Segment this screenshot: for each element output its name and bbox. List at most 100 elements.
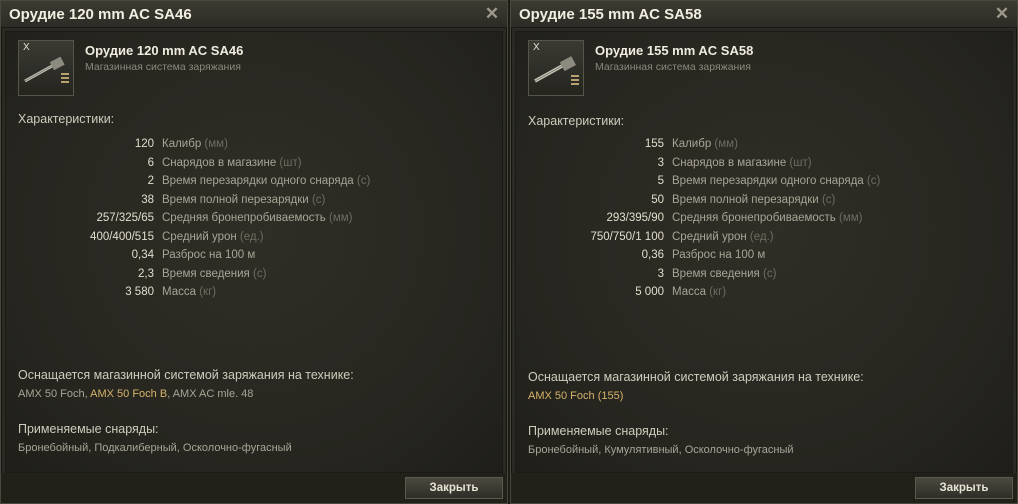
stat-value: 2	[147, 175, 154, 187]
stat-value: 3	[657, 156, 664, 169]
stat-row: 0,34 Разброс на 100 м	[6, 249, 466, 268]
stat-value: 38	[141, 193, 154, 206]
ammo-list: Бронебойный, Кумулятивный, Осколочно-фуг…	[528, 444, 794, 456]
stat-row: 2 Время перезарядки одного снаряда (с)	[6, 175, 466, 194]
stat-unit: (мм)	[204, 138, 228, 150]
stat-label-group: Время сведения (с)	[162, 268, 266, 280]
stat-label-group: Время полной перезарядки (с)	[162, 194, 325, 206]
stat-label: Время сведения	[162, 267, 250, 280]
vehicles-list: AMX 50 Foch (155)	[528, 390, 623, 402]
stat-row: 3 Время сведения (с)	[516, 268, 976, 287]
stat-row: 3 580 Масса (кг)	[6, 286, 466, 305]
stat-value: 2,3	[138, 267, 154, 280]
stat-unit: (кг)	[709, 286, 727, 298]
stat-unit: (шт)	[789, 156, 812, 169]
stat-value: 120	[134, 138, 154, 150]
vehicles-list: AMX 50 Foch, AMX 50 Foch B, AMX AC mle. …	[18, 388, 254, 400]
stat-row: 750/750/1 100 Средний урон (ед.)	[516, 231, 976, 250]
ammo-title: Применяемые снаряды:	[18, 422, 159, 436]
window-titlebar[interactable]: Орудие 120 mm AC SA46 ✕	[1, 1, 507, 28]
vehicles-title: Оснащается магазинной системой заряжания…	[18, 368, 354, 382]
stat-label-group: Снарядов в магазине (шт)	[162, 157, 302, 169]
close-icon[interactable]: ✕	[483, 5, 501, 23]
vehicle-link[interactable]: AMX 50 Foch (155)	[528, 390, 623, 402]
stat-label: Масса	[672, 286, 707, 298]
stat-label-group: Масса (кг)	[162, 286, 216, 298]
stat-value: 50	[651, 193, 664, 206]
stat-value: 155	[644, 138, 664, 150]
stat-label: Снарядов в магазине	[162, 156, 277, 169]
stat-unit: (с)	[356, 175, 371, 187]
gun-name: Орудие 120 mm AC SA46	[85, 43, 244, 58]
stat-row: 5 000 Масса (кг)	[516, 286, 976, 305]
gun-icon: X	[528, 40, 584, 96]
stat-label: Время сведения	[672, 267, 760, 280]
stat-unit: (с)	[252, 267, 267, 280]
stat-label: Масса	[162, 286, 197, 298]
stat-unit: (ед.)	[239, 230, 264, 243]
stat-row: 5 Время перезарядки одного снаряда (с)	[516, 175, 976, 194]
stat-label-group: Разброс на 100 м	[672, 249, 765, 261]
stat-label: Калибр	[162, 138, 202, 150]
stat-row: 400/400/515 Средний урон (ед.)	[6, 231, 466, 250]
stat-row: 6 Снарядов в магазине (шт)	[6, 157, 466, 176]
stat-unit: (ед.)	[749, 230, 774, 243]
stat-label-group: Калибр (мм)	[162, 138, 228, 150]
stat-label-group: Время перезарядки одного снаряда (с)	[162, 175, 370, 187]
stats-list: 155 Калибр (мм) 3 Снарядов в магазине (шт)…	[516, 138, 976, 305]
stat-unit: (шт)	[279, 156, 302, 169]
stat-value: 3 580	[125, 286, 154, 298]
gun-info-window-left: Орудие 120 mm AC SA46 ✕ X Орудие 120 mm …	[0, 0, 508, 504]
stat-label: Время полной перезарядки	[162, 193, 309, 206]
window-title: Орудие 155 mm AC SA58	[519, 6, 702, 23]
stat-row: 38 Время полной перезарядки (с)	[6, 194, 466, 213]
stat-unit: (с)	[821, 193, 836, 206]
ammo-title: Применяемые снаряды:	[528, 424, 669, 438]
stat-value: 5 000	[635, 286, 664, 298]
stat-label-group: Средняя бронепробиваемость (мм)	[672, 212, 862, 224]
stat-value: 400/400/515	[90, 230, 154, 243]
stat-label: Время перезарядки одного снаряда	[162, 175, 354, 187]
stat-value: 0,36	[641, 249, 664, 261]
stat-label-group: Средняя бронепробиваемость (мм)	[162, 212, 352, 224]
gun-info-window-right: Орудие 155 mm AC SA58 ✕ X Орудие 155 mm …	[510, 0, 1018, 504]
stat-unit: (с)	[762, 267, 777, 280]
stat-label-group: Масса (кг)	[672, 286, 726, 298]
stat-label-group: Средний урон (ед.)	[162, 231, 264, 243]
close-icon[interactable]: ✕	[993, 5, 1011, 23]
stat-label: Время перезарядки одного снаряда	[672, 175, 864, 187]
stat-unit: (с)	[311, 193, 326, 206]
window-footer: Закрыть	[511, 473, 1017, 503]
stat-unit: (кг)	[199, 286, 217, 298]
stat-label: Снарядов в магазине	[672, 156, 787, 169]
vehicle-link[interactable]: AMX 50 Foch	[18, 388, 85, 400]
gun-subtitle: Магазинная система заряжания	[85, 61, 241, 73]
stat-label: Средняя бронепробиваемость	[672, 212, 836, 224]
stat-label: Разброс на 100 м	[672, 249, 766, 261]
characteristics-title: Характеристики:	[18, 112, 115, 126]
window-content: X Орудие 155 mm AC SA58 Магазинная систе…	[515, 31, 1013, 473]
window-content: X Орудие 120 mm AC SA46 Магазинная систе…	[5, 31, 503, 473]
gun-name: Орудие 155 mm AC SA58	[595, 43, 754, 58]
stat-row: 50 Время полной перезарядки (с)	[516, 194, 976, 213]
stat-label-group: Время полной перезарядки (с)	[672, 194, 835, 206]
vehicle-link[interactable]: AMX 50 Foch B	[90, 388, 167, 400]
stat-label-group: Разброс на 100 м	[162, 249, 255, 261]
stat-row: 3 Снарядов в магазине (шт)	[516, 157, 976, 176]
stat-row: 2,3 Время сведения (с)	[6, 268, 466, 287]
stat-label-group: Время сведения (с)	[672, 268, 776, 280]
stat-label: Средний урон	[162, 230, 237, 243]
close-button[interactable]: Закрыть	[915, 477, 1013, 499]
close-button[interactable]: Закрыть	[405, 477, 503, 499]
gun-subtitle: Магазинная система заряжания	[595, 61, 751, 73]
stat-value: 6	[147, 156, 154, 169]
stat-value: 293/395/90	[606, 212, 664, 224]
vehicle-link[interactable]: AMX AC mle. 48	[173, 388, 254, 400]
stat-value: 3	[657, 267, 664, 280]
stat-label-group: Средний урон (ед.)	[672, 231, 774, 243]
window-titlebar[interactable]: Орудие 155 mm AC SA58 ✕	[511, 1, 1017, 28]
gun-icon: X	[18, 40, 74, 96]
stat-label-group: Снарядов в магазине (шт)	[672, 157, 812, 169]
vehicles-title: Оснащается магазинной системой заряжания…	[528, 370, 864, 384]
stat-label-group: Время перезарядки одного снаряда (с)	[672, 175, 880, 187]
